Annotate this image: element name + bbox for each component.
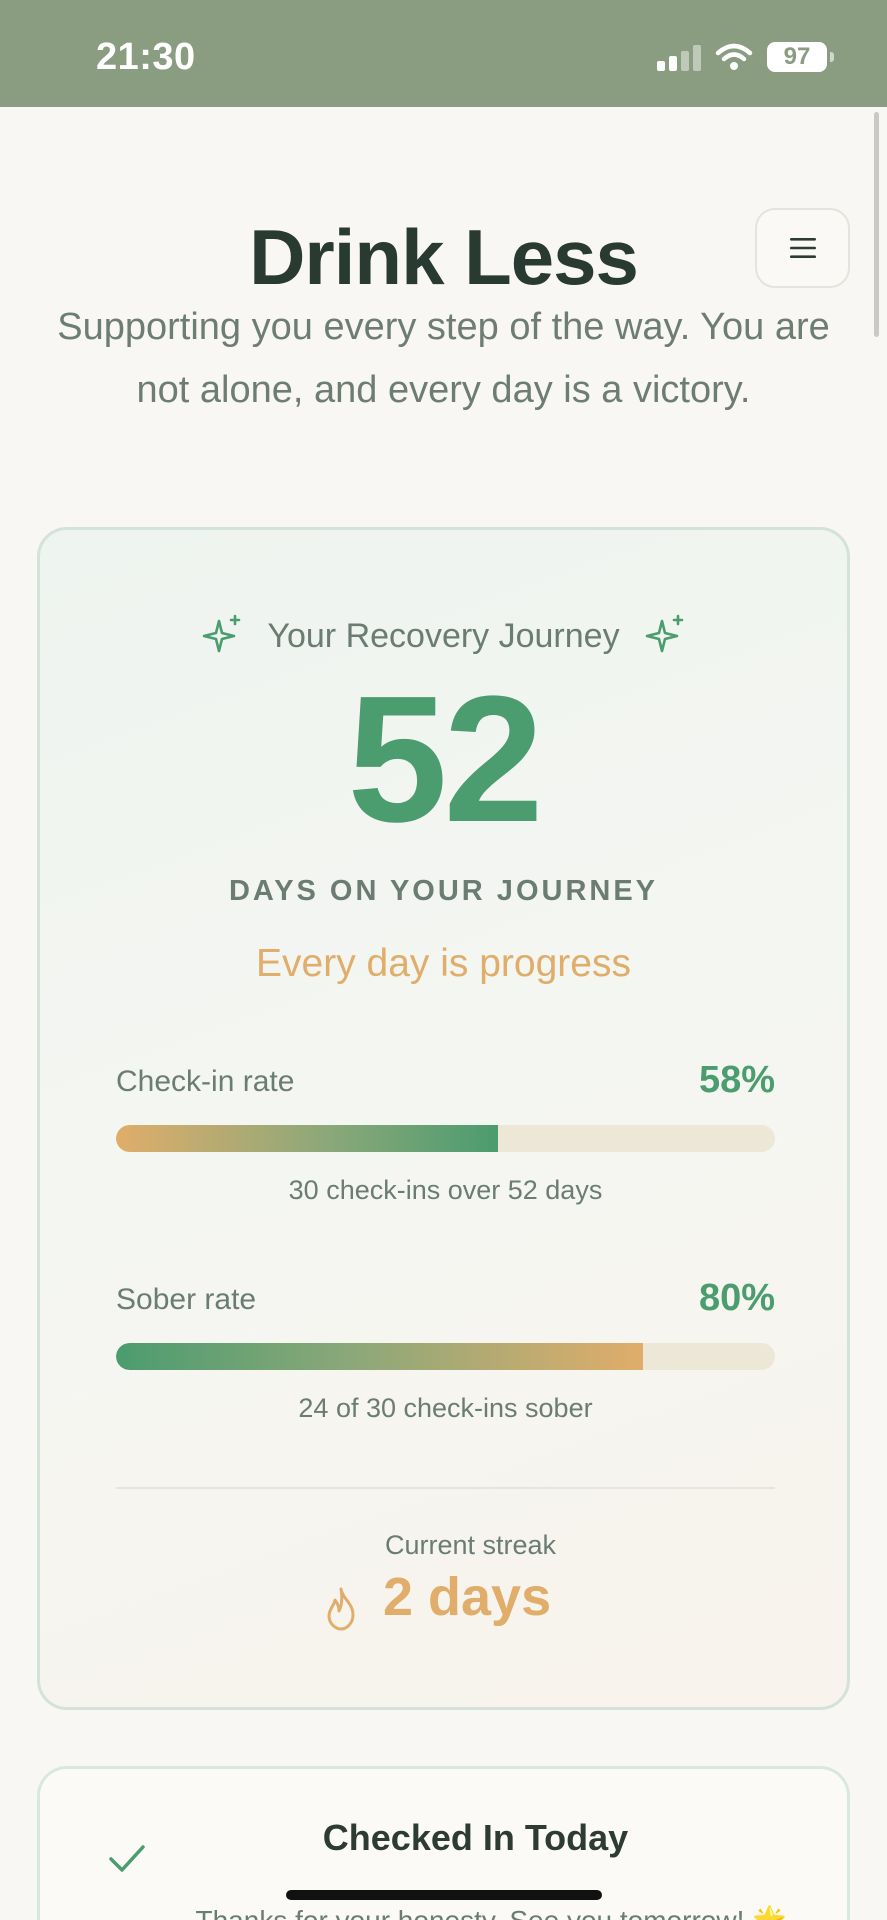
encouragement-text: Every day is progress	[256, 942, 631, 985]
wifi-icon	[715, 43, 753, 70]
sober-rate-bar-fill	[116, 1343, 644, 1370]
sparkle-icon	[203, 614, 241, 653]
checkin-rate-value: 58%	[698, 1059, 775, 1101]
status-icons: 97	[657, 42, 834, 72]
page-subtitle: Supporting you every step of the way. Yo…	[57, 306, 830, 411]
streak-value: 2 days	[383, 1567, 552, 1627]
stats-divider	[116, 1487, 775, 1489]
streak-label: Current streak	[385, 1530, 557, 1560]
journey-heading: Your Recovery Journey	[267, 616, 620, 655]
checkin-rate-bar-fill	[116, 1125, 499, 1152]
checkin-rate-label: Check-in rate	[116, 1065, 295, 1098]
sparkle-icon	[645, 614, 683, 653]
home-indicator[interactable]	[286, 1890, 602, 1900]
checkin-rate-caption: 30 check-ins over 52 days	[288, 1175, 603, 1205]
sober-rate-label: Sober rate	[116, 1283, 257, 1316]
journey-days-count: 52	[347, 659, 543, 860]
flame-icon	[327, 1587, 355, 1631]
checked-in-message: Thanks for your honesty. See you tomorro…	[40, 1904, 847, 1920]
status-bar: 21:30 97	[0, 0, 887, 107]
hamburger-menu-icon	[789, 238, 816, 258]
battery-indicator: 97	[767, 42, 834, 72]
checkin-rate-bar	[116, 1125, 775, 1152]
recovery-journey-card: Your Recovery Journey 52 DAYS ON YOUR JO…	[37, 527, 850, 1710]
sober-rate-value: 80%	[698, 1277, 775, 1319]
status-time: 21:30	[96, 36, 196, 78]
menu-button[interactable]	[755, 208, 850, 288]
journey-heading-row: Your Recovery Journey	[40, 613, 847, 659]
cellular-signal-icon	[657, 43, 701, 71]
checked-in-title: Checked In Today	[322, 1817, 629, 1858]
journey-days-label: DAYS ON YOUR JOURNEY	[228, 875, 659, 907]
sober-rate-caption: 24 of 30 check-ins sober	[298, 1393, 593, 1423]
page-title: Drink Less	[249, 213, 639, 301]
sober-rate-bar	[116, 1343, 775, 1370]
